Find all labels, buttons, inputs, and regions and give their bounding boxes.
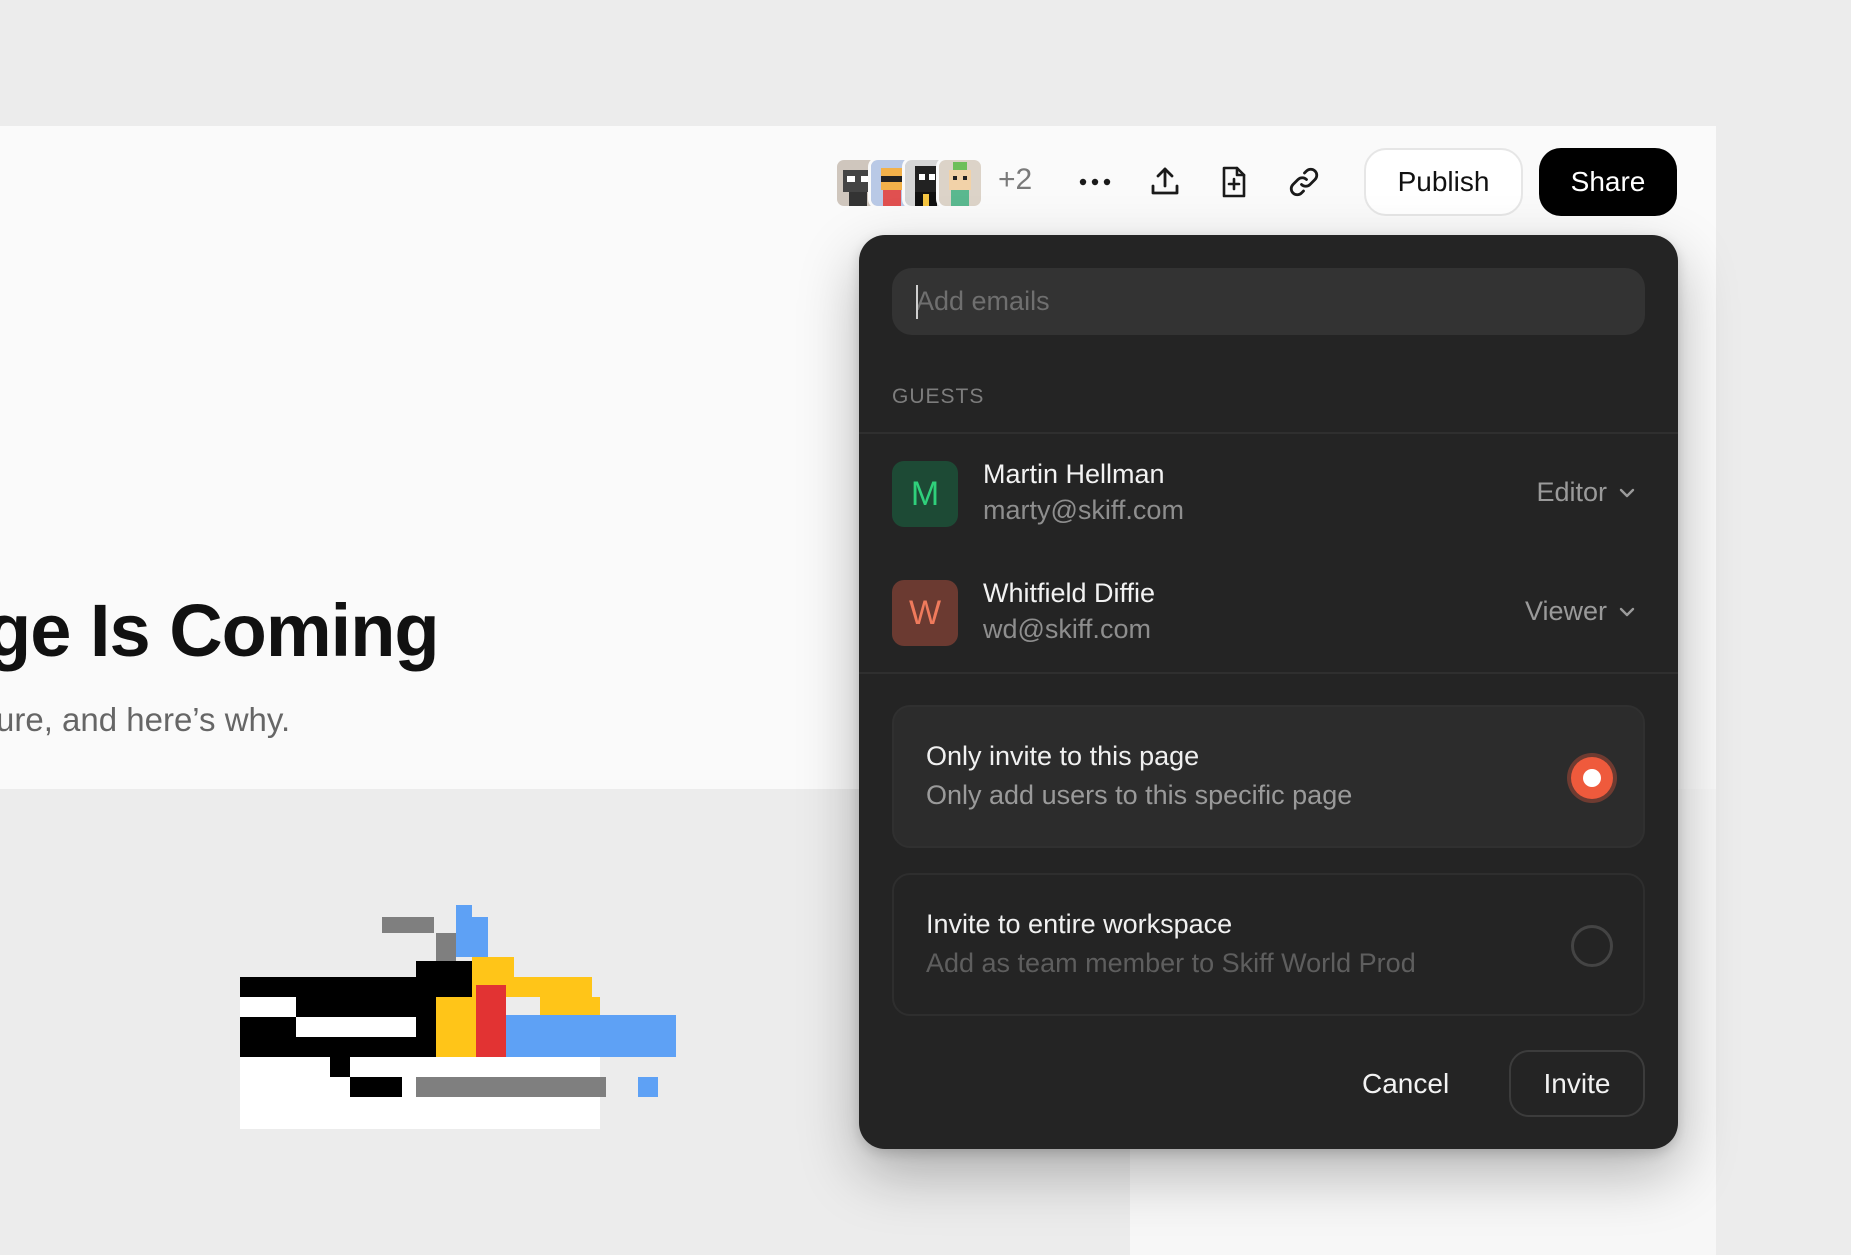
- add-emails-input[interactable]: [892, 268, 1645, 335]
- role-dropdown[interactable]: Editor: [1536, 477, 1635, 508]
- upload-icon: [1151, 167, 1179, 195]
- avatar-overflow-count[interactable]: +2: [998, 163, 1032, 197]
- guest-name: Martin Hellman: [983, 459, 1165, 489]
- invite-button[interactable]: Invite: [1509, 1050, 1645, 1117]
- document-subtitle: ure, and here’s why.: [0, 701, 291, 738]
- role-label: Editor: [1536, 477, 1607, 507]
- chevron-down-icon: [1619, 488, 1635, 497]
- pixel-art-illustration: [240, 905, 676, 1129]
- option-description: Add as team member to Skiff World Prod: [926, 948, 1416, 978]
- export-button[interactable]: [1143, 160, 1187, 204]
- radio-unselected[interactable]: [1571, 925, 1613, 967]
- guest-avatar: M: [892, 461, 958, 527]
- publish-button[interactable]: Publish: [1364, 148, 1523, 216]
- collaborator-avatars[interactable]: [834, 157, 984, 209]
- option-title: Only invite to this page: [926, 741, 1200, 771]
- copy-link-button[interactable]: [1282, 160, 1326, 204]
- role-dropdown[interactable]: Viewer: [1525, 596, 1635, 627]
- collaborator-avatar[interactable]: [936, 157, 984, 209]
- divider: [859, 432, 1678, 434]
- more-options-button[interactable]: [1073, 160, 1117, 204]
- divider: [859, 672, 1678, 674]
- option-description: Only add users to this specific page: [926, 780, 1353, 810]
- option-invite-page[interactable]: Only invite to this page Only add users …: [892, 705, 1645, 848]
- more-icon: [1079, 178, 1111, 186]
- chevron-down-icon: [1619, 607, 1635, 616]
- guest-name: Whitfield Diffie: [983, 578, 1156, 608]
- option-invite-workspace[interactable]: Invite to entire workspace Add as team m…: [892, 873, 1645, 1016]
- link-icon: [1289, 167, 1319, 197]
- share-button[interactable]: Share: [1539, 148, 1677, 216]
- document-title: ge Is Coming: [0, 589, 440, 672]
- guests-section-label: GUESTS: [892, 385, 985, 408]
- role-label: Viewer: [1524, 596, 1607, 626]
- share-modal: GUESTS M Martin Hellman marty@skiff.com …: [859, 235, 1678, 1149]
- guest-row: W Whitfield Diffie wd@skiff.com Viewer: [892, 578, 1645, 648]
- guest-email: marty@skiff.com: [983, 495, 1184, 525]
- text-caret: [916, 285, 918, 319]
- new-page-button[interactable]: [1212, 160, 1256, 204]
- option-title: Invite to entire workspace: [926, 909, 1233, 939]
- guest-email: wd@skiff.com: [983, 614, 1151, 644]
- new-page-icon: [1222, 166, 1246, 198]
- radio-selected[interactable]: [1571, 757, 1613, 799]
- guest-avatar: W: [892, 580, 958, 646]
- guest-row: M Martin Hellman marty@skiff.com Editor: [892, 459, 1645, 529]
- cancel-button[interactable]: Cancel: [1362, 1050, 1449, 1117]
